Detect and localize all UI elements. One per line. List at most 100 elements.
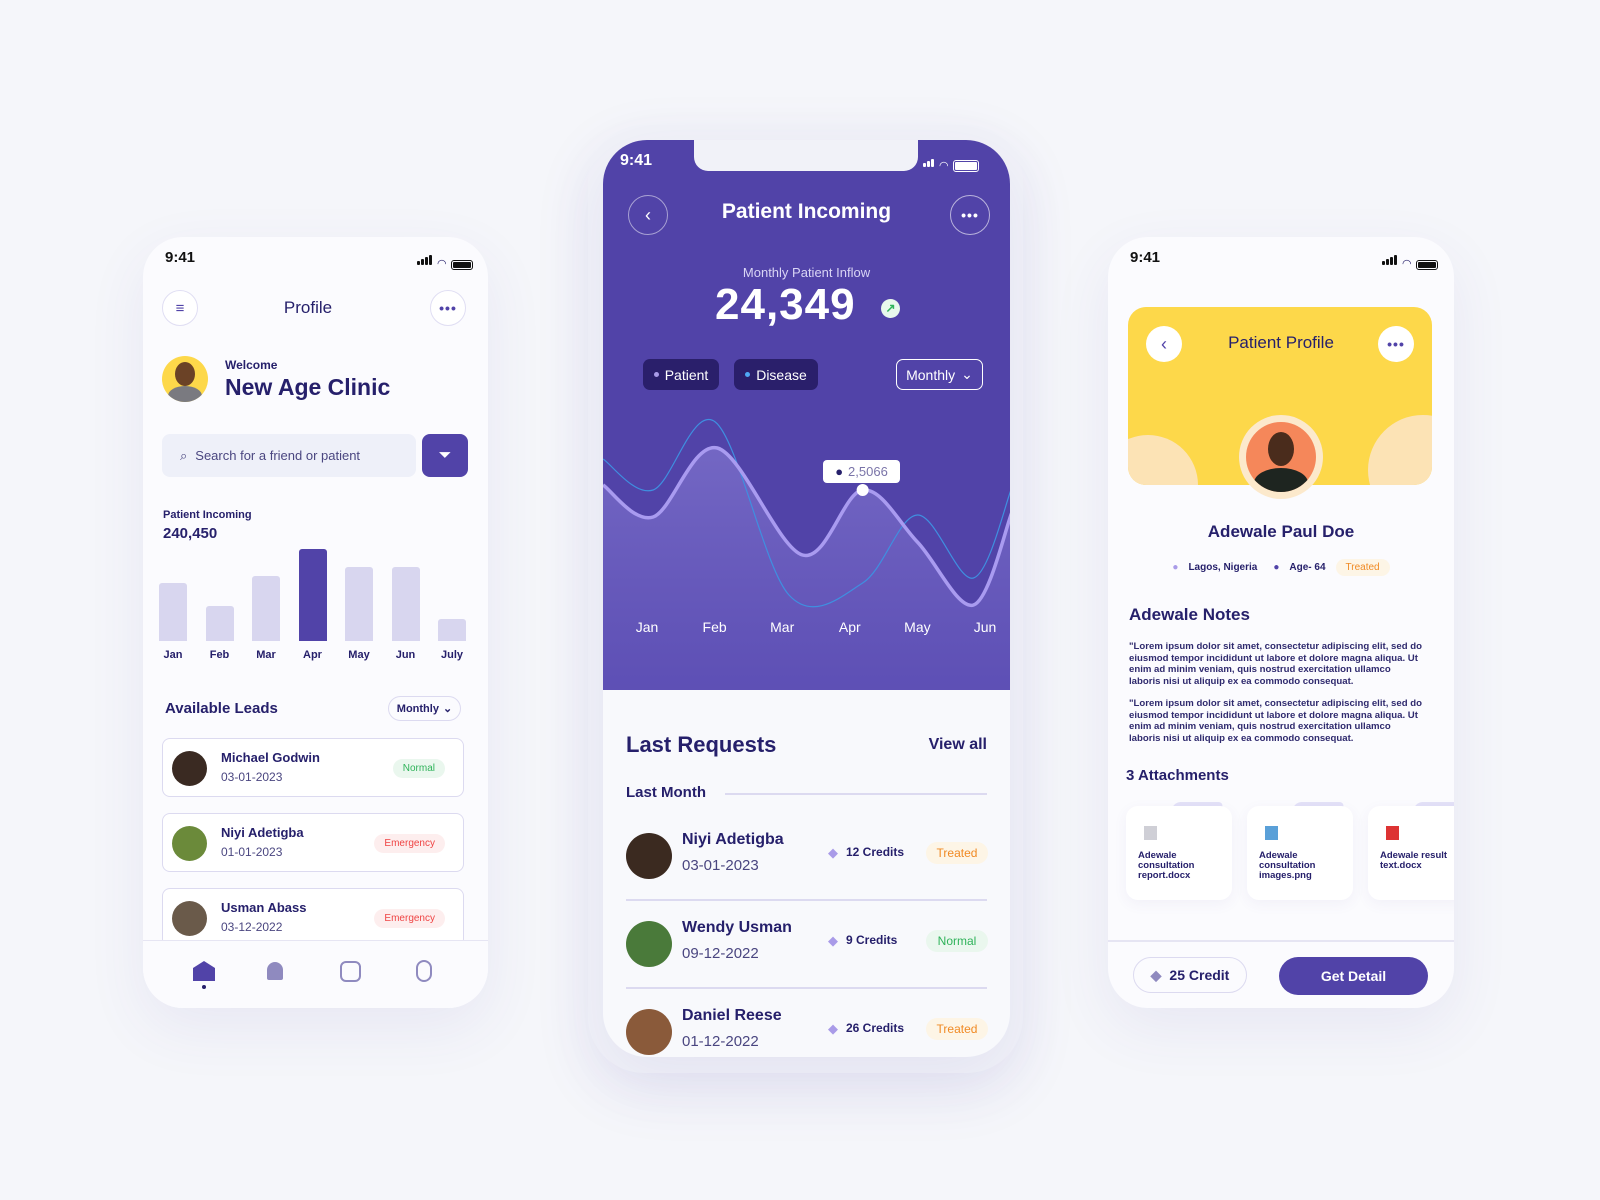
patient-profile-phone: 9:41 ◠ ‹ Patient Profile ••• Adewale Pau… — [1108, 237, 1454, 1008]
location-icon: ● — [1172, 562, 1179, 573]
attachment-name: Adewale consultation report.docx — [1138, 850, 1195, 881]
request-date: 01-12-2022 — [682, 1033, 759, 1050]
bell-icon[interactable] — [267, 962, 283, 980]
bar-feb — [205, 606, 234, 641]
credit-label: 25 Credit — [1169, 967, 1230, 983]
filter-button[interactable]: ⏷ — [422, 434, 468, 477]
request-row[interactable]: Niyi Adetigba 03-01-2023 ◆ 12 Credits Tr… — [626, 831, 988, 903]
lead-card[interactable]: Niyi Adetigba 01-01-2023 Emergency — [162, 813, 464, 872]
more-icon: ••• — [439, 300, 457, 316]
request-avatar — [626, 833, 672, 879]
search-input[interactable]: ⌕ Search for a friend or patient — [162, 434, 416, 477]
nav-home[interactable] — [193, 961, 215, 981]
request-name: Wendy Usman — [682, 919, 792, 936]
wifi-icon: ◠ — [1402, 258, 1412, 270]
leads-title: Available Leads — [165, 700, 278, 717]
patient-avatar — [1239, 415, 1323, 499]
request-name: Niyi Adetigba — [682, 831, 784, 848]
more-button[interactable]: ••• — [1378, 326, 1414, 362]
sliders-icon[interactable] — [340, 961, 361, 982]
request-name: Daniel Reese — [682, 1007, 782, 1024]
bar-label: May — [348, 649, 370, 661]
patient-area — [603, 447, 1010, 690]
wifi-icon: ◠ — [437, 258, 447, 270]
leads-period-label: Monthly — [396, 702, 439, 715]
attachment-name: Adewale consultation images.png — [1259, 850, 1316, 881]
request-row[interactable]: Wendy Usman 09-12-2022 ◆ 9 Credits Norma… — [626, 919, 988, 991]
status-time: 9:41 — [1130, 249, 1161, 266]
status-time: 9:41 — [165, 249, 196, 266]
search-icon: ⌕ — [180, 447, 188, 463]
x-tick-label: Feb — [703, 619, 727, 635]
filter-icon: ⏷ — [438, 446, 452, 464]
user-icon: ● — [1273, 562, 1280, 573]
signal-icon — [417, 252, 433, 270]
page-title: Profile — [283, 298, 333, 317]
attachment-card[interactable]: Adewale consultation report.docx — [1126, 802, 1232, 900]
attachments-title: 3 Attachments — [1126, 767, 1229, 784]
nav-active-dot — [202, 985, 206, 989]
clinic-name: New Age Clinic — [225, 374, 391, 400]
file-icon — [1144, 826, 1157, 840]
welcome-label: Welcome — [225, 358, 278, 372]
avatar — [162, 356, 208, 402]
lead-status-badge: Normal — [392, 759, 445, 778]
highlight-point[interactable] — [856, 484, 869, 496]
more-icon: ••• — [1387, 336, 1405, 352]
group-label: Last Month — [626, 784, 706, 801]
x-tick-label: May — [904, 619, 930, 635]
lead-card[interactable]: Michael Godwin 03-01-2023 Normal — [162, 738, 464, 797]
signal-icon — [1382, 252, 1398, 270]
attachment-card[interactable]: Adewale consultation images.png — [1247, 802, 1353, 900]
tag-icon: ◆ — [828, 845, 838, 860]
status-badge: Treated — [1335, 559, 1390, 576]
banner-decoration — [1128, 435, 1198, 485]
tooltip-value: 2,5066 — [848, 464, 888, 479]
lead-status-badge: Emergency — [374, 909, 445, 928]
battery-icon — [1415, 260, 1438, 270]
row-divider — [626, 899, 987, 901]
patient-age: Age- 64 — [1289, 562, 1326, 573]
patient-name: Adewale Paul Doe — [1207, 522, 1355, 541]
bar-apr — [298, 549, 327, 641]
x-tick-label: Jan — [636, 619, 659, 635]
incoming-label: Patient Incoming — [163, 509, 252, 521]
note-paragraph: "Lorem ipsum dolor sit amet, consectetur… — [1129, 698, 1422, 744]
view-all-link[interactable]: View all — [929, 736, 987, 754]
bar-label: Jan — [163, 649, 183, 661]
leads-period-dropdown[interactable]: Monthly ⌄ — [388, 696, 461, 721]
lead-name: Michael Godwin — [221, 750, 320, 765]
more-button[interactable]: ••• — [430, 290, 466, 326]
bar-label: Jun — [395, 649, 416, 661]
search-placeholder: Search for a friend or patient — [195, 448, 361, 463]
lead-card[interactable]: Usman Abass 03-12-2022 Emergency — [162, 888, 464, 947]
attachment-card[interactable]: Adewale result text.docx — [1368, 802, 1454, 900]
requests-title: Last Requests — [626, 732, 777, 757]
lead-date: 03-12-2022 — [221, 920, 283, 934]
notes-title: Adewale Notes — [1129, 605, 1250, 624]
tag-icon: ◆ — [828, 933, 838, 948]
bar-may — [345, 567, 373, 641]
lead-date: 01-01-2023 — [221, 845, 283, 859]
banner-decoration — [1368, 415, 1432, 485]
footer-divider — [1108, 940, 1454, 942]
bottom-nav — [143, 940, 488, 1008]
lead-status-badge: Emergency — [374, 834, 445, 853]
get-detail-button[interactable]: Get Detail — [1279, 957, 1428, 995]
user-icon[interactable] — [416, 960, 432, 982]
status-icons: ◠ — [1382, 252, 1438, 270]
status-icons: ◠ — [417, 252, 473, 270]
lead-name: Niyi Adetigba — [221, 825, 304, 840]
bar-label: Mar — [256, 649, 276, 661]
lead-avatar — [172, 826, 207, 861]
attachment-name: Adewale result text.docx — [1380, 850, 1448, 871]
group-divider — [725, 793, 987, 795]
credit-button[interactable]: ◆ 25 Credit — [1133, 957, 1247, 993]
request-row[interactable]: Daniel Reese 01-12-2022 ◆ 26 Credits Tre… — [626, 1007, 988, 1057]
request-date: 09-12-2022 — [682, 945, 759, 962]
x-tick-label: Apr — [839, 619, 861, 635]
note-paragraph: "Lorem ipsum dolor sit amet, consectetur… — [1129, 641, 1422, 687]
bar-label: Feb — [209, 649, 230, 661]
patient-meta: ● Lagos, Nigeria ● Age- 64 Treated — [1108, 559, 1454, 576]
user-icon: ● — [835, 464, 844, 479]
